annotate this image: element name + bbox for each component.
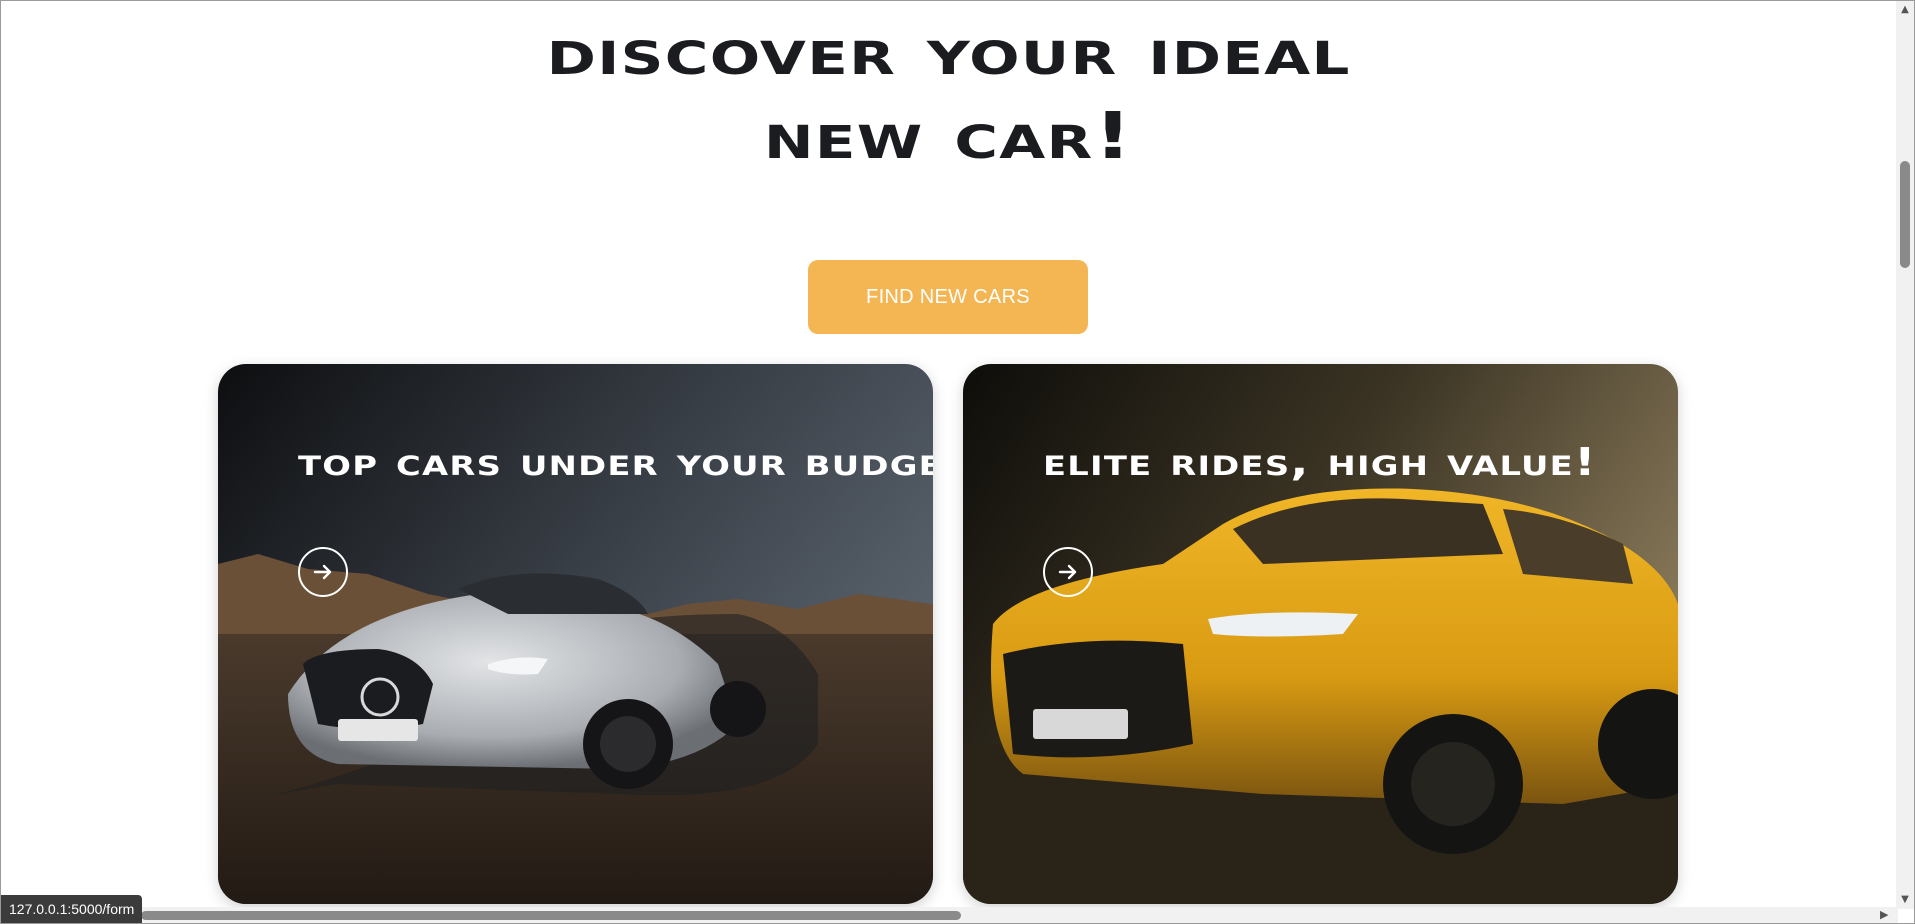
vertical-scrollbar-thumb[interactable] (1900, 161, 1910, 268)
status-bar-url: 127.0.0.1:5000/form (1, 895, 143, 923)
card-title: Top Cars Under Your Budget! (298, 440, 933, 484)
arrow-right-circle-icon[interactable] (298, 547, 348, 597)
hero-heading: Discover Your Ideal New Car! (1, 11, 1914, 179)
card-top-cars-budget[interactable]: Top Cars Under Your Budget! (218, 364, 933, 904)
card-elite-rides[interactable]: Elite Rides, High Value! (963, 364, 1678, 904)
scroll-right-icon[interactable]: ▶ (1880, 909, 1890, 921)
hero-heading-line-1: Discover Your Ideal (546, 16, 1351, 90)
card-title: Elite Rides, High Value! (1043, 440, 1597, 484)
arrow-right-circle-icon[interactable] (1043, 547, 1093, 597)
horizontal-scrollbar[interactable]: ▶ (1, 907, 1898, 923)
horizontal-scrollbar-thumb[interactable] (141, 911, 961, 920)
scroll-down-icon[interactable]: ▼ (1900, 895, 1910, 905)
hero-heading-line-2: New Car! (763, 100, 1134, 174)
scroll-up-icon[interactable]: ▲ (1900, 5, 1910, 15)
find-new-cars-button[interactable]: FIND NEW CARS (808, 260, 1088, 334)
browser-viewport: Discover Your Ideal New Car! FIND NEW CA… (0, 0, 1915, 924)
vertical-scrollbar[interactable]: ▲ ▼ (1896, 1, 1914, 909)
